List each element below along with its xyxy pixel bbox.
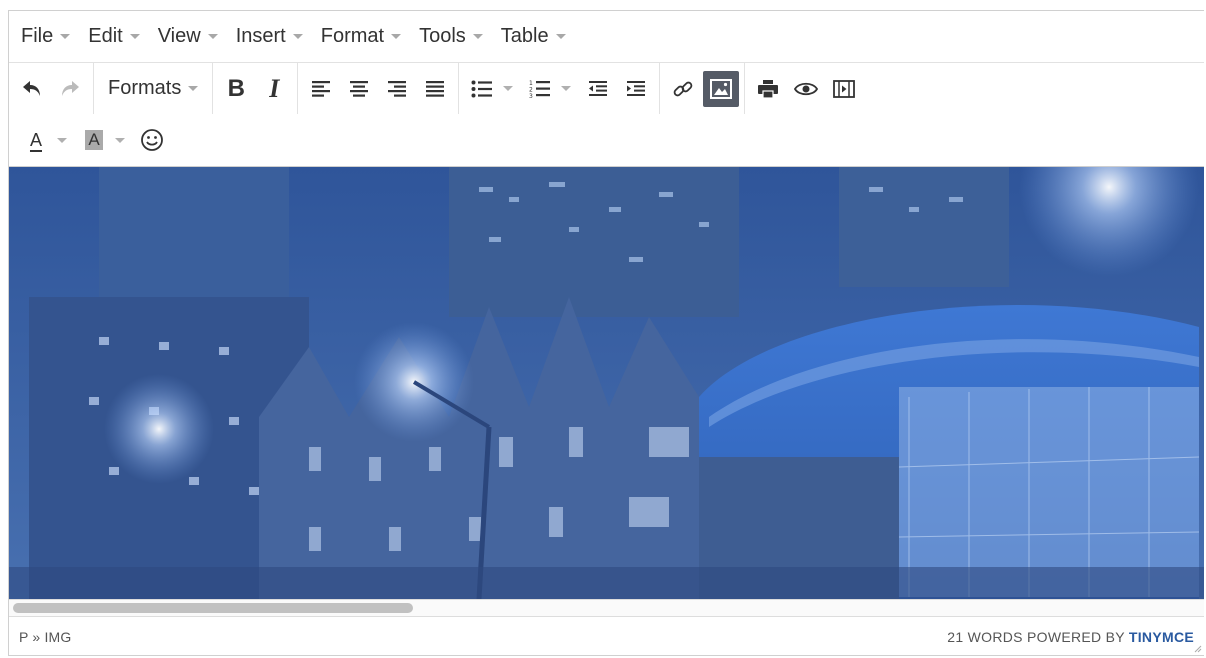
menu-file[interactable]: File [15, 17, 82, 57]
menu-view-label: View [157, 25, 201, 47]
align-left-button[interactable] [303, 71, 339, 107]
menu-edit[interactable]: Edit [82, 17, 151, 57]
tinymce-editor: File Edit View Insert Format Tools Table [8, 10, 1204, 656]
menu-insert-label: Insert [235, 25, 286, 47]
link-icon [674, 81, 693, 96]
horizontal-scrollbar[interactable] [9, 599, 1204, 617]
align-left-icon [312, 80, 331, 97]
align-right-button[interactable] [379, 71, 415, 107]
numbered-list-button[interactable]: 1 2 3 [522, 71, 558, 107]
bold-button[interactable]: B [218, 71, 254, 107]
formats-dropdown[interactable]: Formats [98, 71, 208, 107]
background-color-icon: A [85, 130, 103, 150]
formats-label: Formats [108, 77, 182, 99]
numbered-list-icon: 1 2 3 [529, 80, 551, 99]
misc-group [744, 63, 867, 114]
menu-view[interactable]: View [152, 17, 230, 57]
menubar: File Edit View Insert Format Tools Table [9, 11, 1204, 63]
menu-edit-label: Edit [88, 25, 123, 47]
background-color-button[interactable]: A [76, 122, 112, 158]
print-button[interactable] [750, 71, 786, 107]
chevron-down-icon [188, 86, 199, 91]
chevron-down-icon [129, 34, 140, 39]
bold-icon: B [227, 74, 246, 102]
editor-content-area[interactable] [9, 167, 1204, 599]
statusbar: P » IMG 21 WORDS POWERED BY TINYMCE [9, 617, 1204, 657]
outdent-button[interactable] [580, 71, 616, 107]
scrollbar-thumb[interactable] [13, 603, 413, 613]
toolbar-row-1: Formats B I 1 2 3 [9, 63, 1204, 114]
element-path[interactable]: P » IMG [19, 629, 72, 645]
menu-table[interactable]: Table [495, 17, 578, 57]
menu-tools-label: Tools [419, 25, 466, 47]
text-color-icon: A [29, 130, 42, 150]
menu-format[interactable]: Format [315, 17, 413, 57]
formats-group: Formats [93, 63, 212, 114]
chevron-down-icon [555, 34, 566, 39]
emoticons-button[interactable] [134, 122, 170, 158]
preview-icon [794, 82, 819, 95]
menu-tools[interactable]: Tools [413, 17, 495, 57]
menu-file-label: File [21, 25, 54, 47]
align-center-icon [350, 80, 369, 97]
indent-icon [627, 80, 646, 96]
chevron-down-icon [207, 34, 218, 39]
preview-button[interactable] [788, 71, 824, 107]
align-right-icon [388, 80, 407, 97]
resize-handle-icon[interactable] [1194, 645, 1202, 653]
bullet-list-caret-icon[interactable] [503, 86, 514, 91]
list-group: 1 2 3 [458, 63, 659, 114]
italic-button[interactable]: I [256, 71, 292, 107]
toolbar: Formats B I 1 2 3 A A [9, 63, 1204, 167]
bullet-list-button[interactable] [464, 71, 500, 107]
menu-table-label: Table [500, 25, 549, 47]
chevron-down-icon [292, 34, 303, 39]
bullet-list-icon [471, 80, 493, 97]
outdent-icon [589, 80, 608, 96]
media-icon [833, 79, 856, 98]
history-group [9, 63, 93, 114]
powered-by-label: POWERED BY [1027, 629, 1125, 645]
italic-icon: I [269, 73, 280, 103]
undo-button[interactable] [14, 71, 50, 107]
style-group: B I [212, 63, 297, 114]
redo-button[interactable] [52, 71, 88, 107]
svg-text:3: 3 [529, 93, 533, 99]
redo-icon [62, 80, 79, 96]
image-icon [710, 78, 733, 99]
color-group: A A [9, 114, 175, 166]
print-icon [758, 79, 779, 99]
media-button[interactable] [826, 71, 862, 107]
text-color-button[interactable]: A [18, 122, 54, 158]
undo-icon [23, 80, 40, 96]
align-group [297, 63, 458, 114]
align-justify-button[interactable] [417, 71, 453, 107]
insert-group [659, 63, 744, 114]
word-count: 21 WORDS [947, 629, 1023, 645]
emoticons-icon [141, 129, 163, 151]
status-right: 21 WORDS POWERED BY TINYMCE [947, 629, 1194, 645]
text-color-caret-icon[interactable] [57, 137, 67, 143]
toolbar-row-2: A A [9, 114, 1204, 166]
numbered-list-caret-icon[interactable] [561, 86, 572, 91]
tinymce-brand-link[interactable]: TINYMCE [1129, 629, 1194, 645]
align-center-button[interactable] [341, 71, 377, 107]
menu-format-label: Format [320, 25, 385, 47]
image-button[interactable] [703, 70, 740, 107]
selected-image[interactable] [9, 167, 1204, 599]
align-justify-icon [426, 80, 445, 97]
indent-button[interactable] [618, 71, 654, 107]
chevron-down-icon [391, 34, 402, 39]
menu-insert[interactable]: Insert [230, 17, 315, 57]
chevron-down-icon [472, 34, 483, 39]
link-button[interactable] [665, 71, 701, 107]
chevron-down-icon [60, 34, 71, 39]
background-color-caret-icon[interactable] [115, 137, 125, 143]
